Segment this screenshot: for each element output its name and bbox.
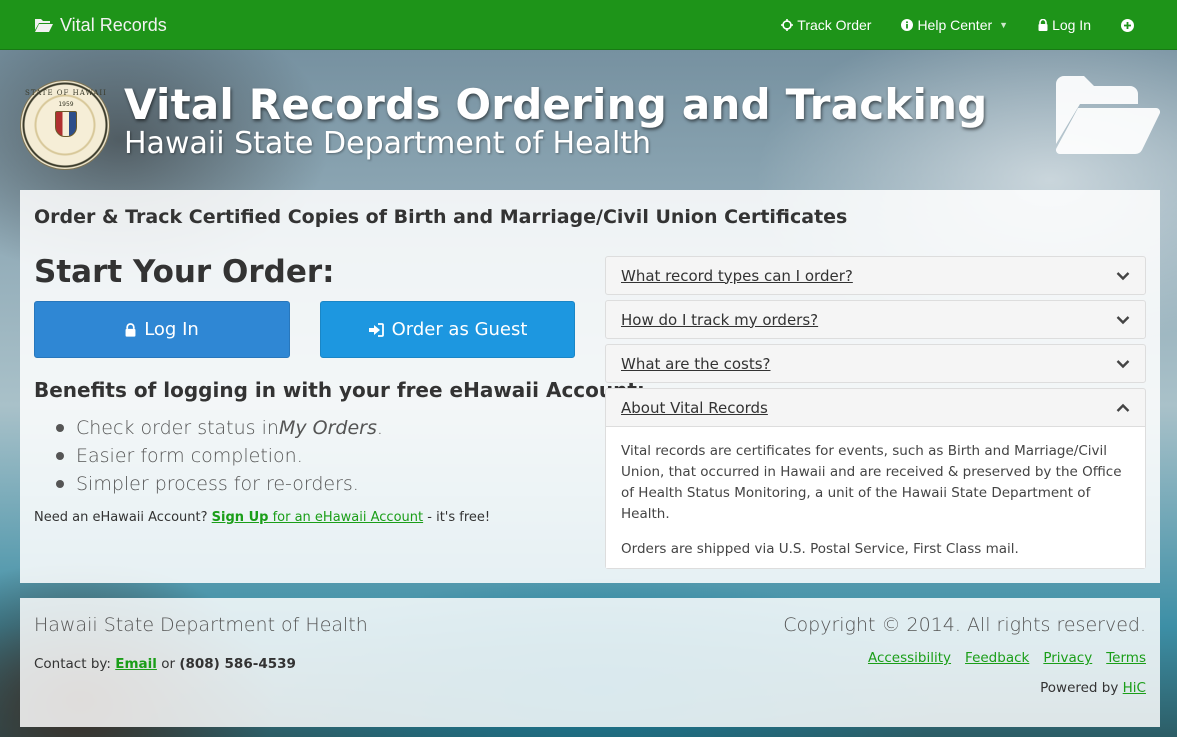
faq-question: What are the costs?: [621, 354, 771, 373]
crosshairs-icon: [781, 19, 794, 31]
my-orders-emphasis: My Orders: [278, 417, 377, 439]
faq-item: How do I track my orders?: [605, 300, 1146, 339]
faq-answer: Vital records are certificates for event…: [606, 426, 1145, 568]
nav-expand[interactable]: [1106, 0, 1149, 50]
faq-toggle[interactable]: What record types can I order?: [606, 257, 1145, 294]
chevron-up-icon: [1116, 403, 1130, 412]
faq-item: What are the costs?: [605, 344, 1146, 383]
plus-circle-icon: [1121, 18, 1134, 32]
list-item: Simpler process for re-orders.: [54, 470, 383, 498]
benefits-title: Benefits of logging in with your free eH…: [34, 378, 645, 402]
folder-open-icon: [1056, 76, 1160, 155]
faq-question: How do I track my orders?: [621, 310, 819, 329]
panel-heading: Order & Track Certified Copies of Birth …: [34, 206, 848, 228]
faq-toggle[interactable]: What are the costs?: [606, 345, 1145, 382]
login-button-label: Log In: [144, 319, 199, 340]
benefits-list: Check order status in My Orders. Easier …: [54, 414, 383, 498]
faq-item-expanded: About Vital Records Vital records are ce…: [605, 388, 1146, 569]
accessibility-link[interactable]: Accessibility: [868, 650, 951, 666]
phone-number: (808) 586-4539: [179, 656, 296, 672]
benefit-text: Simpler process for re-orders.: [76, 473, 359, 495]
faq-toggle[interactable]: How do I track my orders?: [606, 301, 1145, 338]
nav-log-in-label: Log In: [1052, 17, 1091, 33]
folder-open-icon: [35, 19, 53, 32]
sign-in-icon: [368, 322, 384, 337]
brand-link[interactable]: Vital Records: [34, 13, 167, 37]
nav-track-order[interactable]: Track Order: [766, 0, 886, 50]
login-button[interactable]: Log In: [34, 301, 290, 358]
lock-icon: [1038, 19, 1048, 31]
privacy-link[interactable]: Privacy: [1043, 650, 1092, 666]
email-link[interactable]: Email: [115, 656, 157, 672]
faq-question: About Vital Records: [621, 398, 768, 417]
contact-or: or: [161, 656, 176, 672]
seal-shield: [55, 111, 77, 137]
state-seal-logo: STATE OF HAWAII 1959: [20, 80, 110, 170]
signup-rest: for an eHawaii Account: [268, 510, 424, 525]
benefit-text: Easier form completion.: [76, 445, 303, 467]
bullet-icon: [56, 480, 64, 488]
start-order-title: Start Your Order:: [34, 254, 335, 290]
nav-log-in[interactable]: Log In: [1023, 0, 1106, 50]
chevron-down-icon: [1116, 315, 1130, 324]
seal-year: 1959: [58, 101, 74, 108]
signup-prompt: Need an eHawaii Account? Sign Up for an …: [34, 510, 490, 525]
chevron-down-icon: [1116, 271, 1130, 280]
terms-link[interactable]: Terms: [1106, 650, 1146, 666]
signup-strong: Sign Up: [211, 510, 269, 525]
faq-item: What record types can I order?: [605, 256, 1146, 295]
bullet-icon: [56, 424, 64, 432]
page-title: Vital Records Ordering and Tracking: [124, 80, 988, 129]
nav-track-order-label: Track Order: [797, 17, 872, 33]
nav-links: Track Order Help Center ▼ Log In: [766, 0, 1149, 50]
bullet-icon: [56, 452, 64, 460]
list-item: Check order status in My Orders.: [54, 414, 383, 442]
footer: Hawaii State Department of Health Contac…: [20, 598, 1160, 727]
order-as-guest-label: Order as Guest: [391, 319, 528, 340]
chevron-down-icon: [1116, 359, 1130, 368]
shipping-paragraph: Orders are shipped via U.S. Postal Servi…: [621, 541, 1019, 557]
contact-prefix: Contact by:: [34, 656, 111, 672]
benefit-text-end: .: [376, 417, 383, 439]
caret-down-icon: ▼: [999, 20, 1009, 30]
about-paragraph: Vital records are certificates for event…: [621, 443, 1122, 522]
signup-prompt-text: Need an eHawaii Account?: [34, 510, 208, 525]
order-as-guest-button[interactable]: Order as Guest: [320, 301, 575, 358]
signup-link[interactable]: Sign Up for an eHawaii Account: [212, 510, 423, 525]
seal-ring-text: STATE OF HAWAII: [25, 89, 107, 97]
benefit-text: Check order status in: [76, 417, 279, 439]
powered-by: Powered by HiC: [1040, 680, 1146, 696]
powered-prefix: Powered by: [1040, 680, 1119, 696]
copyright: Copyright © 2014. All rights reserved.: [783, 614, 1146, 636]
faq-toggle[interactable]: About Vital Records: [606, 389, 1145, 426]
brand-label: Vital Records: [60, 14, 167, 35]
footer-contact: Contact by: Email or (808) 586-4539: [34, 656, 296, 672]
main-panel: Order & Track Certified Copies of Birth …: [20, 190, 1160, 583]
nav-help-center[interactable]: Help Center ▼: [886, 0, 1023, 50]
hic-link[interactable]: HiC: [1123, 680, 1146, 696]
signup-suffix: - it's free!: [423, 510, 491, 525]
top-navbar: Vital Records Track Order Help Center ▼: [0, 0, 1177, 50]
faq-question: What record types can I order?: [621, 266, 853, 285]
feedback-link[interactable]: Feedback: [965, 650, 1029, 666]
info-circle-icon: [901, 19, 914, 31]
footer-org-name: Hawaii State Department of Health: [34, 614, 368, 636]
nav-help-center-label: Help Center: [917, 17, 993, 33]
page-subtitle: Hawaii State Department of Health: [124, 126, 652, 161]
lock-icon: [125, 322, 136, 337]
list-item: Easier form completion.: [54, 442, 383, 470]
footer-links: Accessibility Feedback Privacy Terms: [868, 650, 1146, 666]
